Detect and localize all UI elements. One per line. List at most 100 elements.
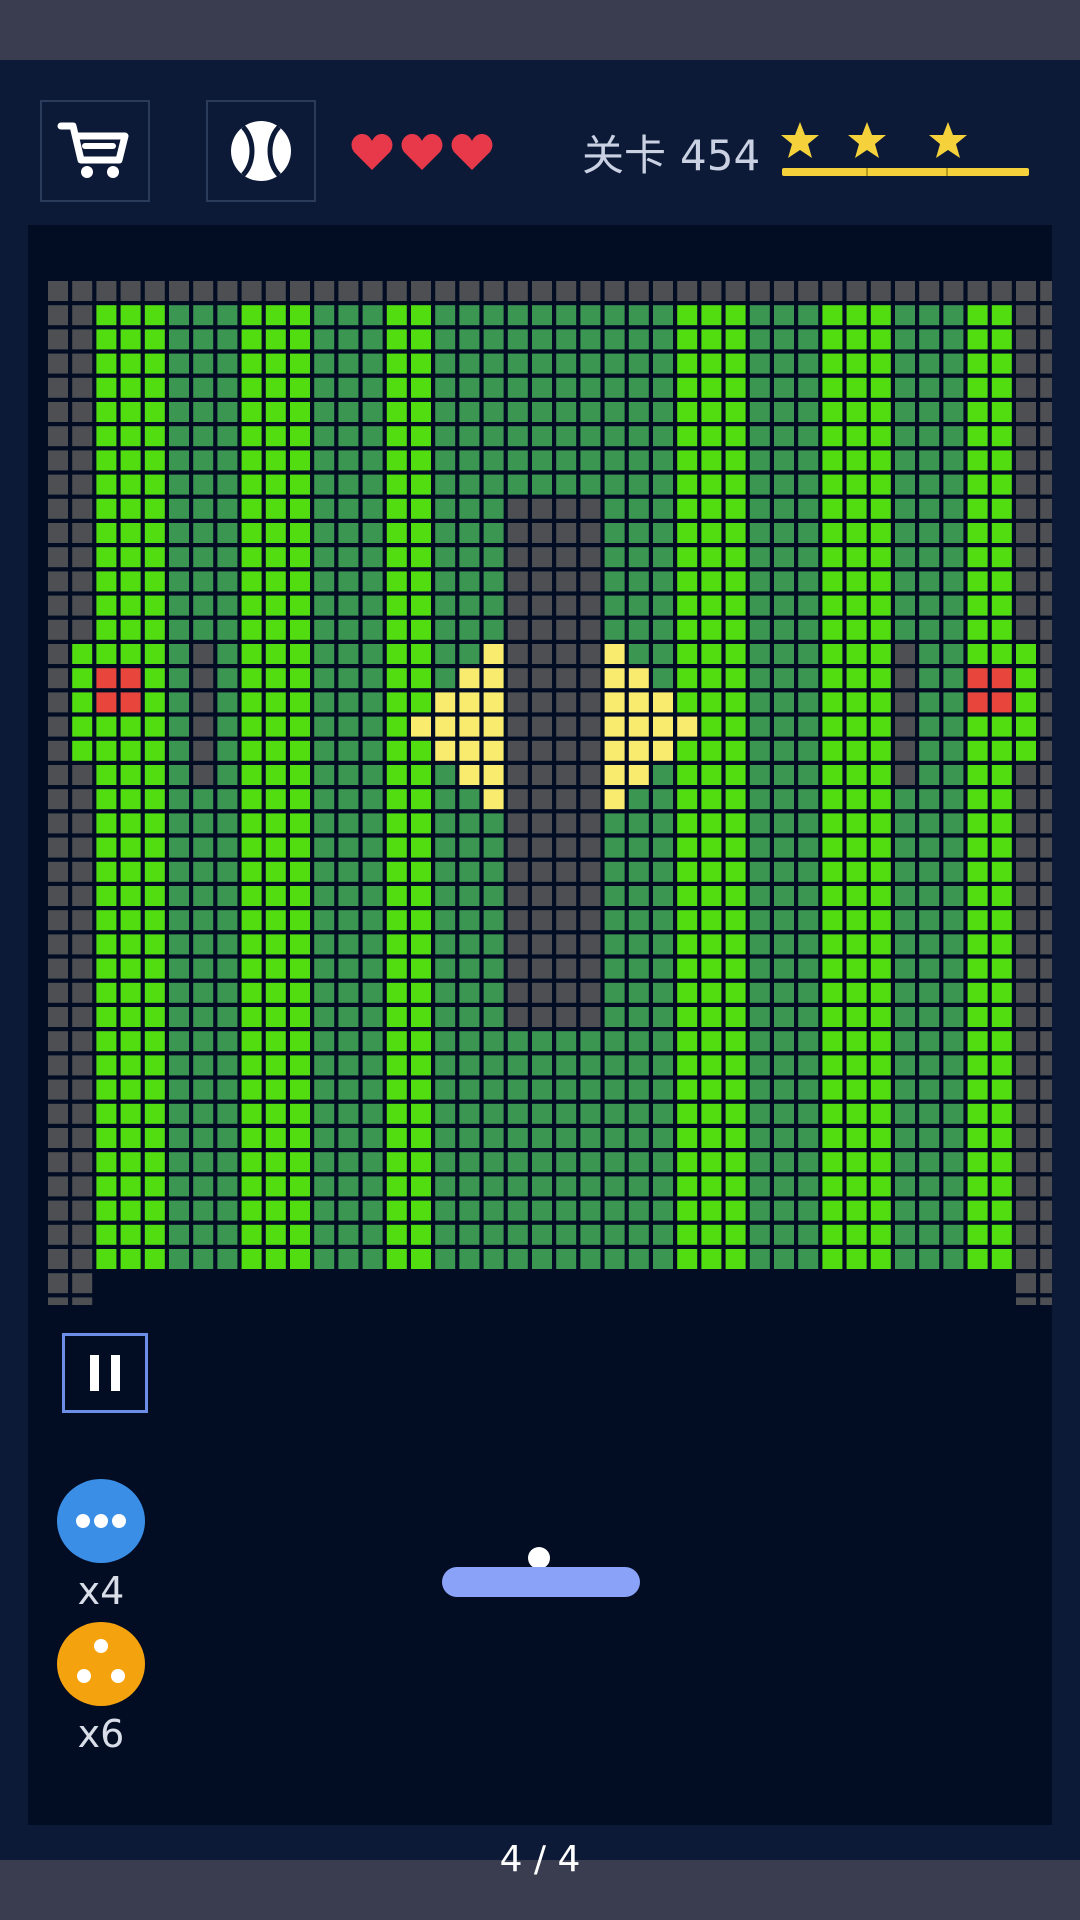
brick: [338, 837, 359, 858]
brick: [580, 523, 601, 543]
brick: [677, 716, 698, 737]
brick: [48, 305, 68, 326]
brick: [386, 547, 407, 568]
brick: [265, 1055, 286, 1076]
brick: [822, 1152, 843, 1173]
brick: [241, 498, 262, 519]
brick: [241, 281, 262, 301]
brick: [169, 1007, 189, 1027]
brick: [314, 402, 335, 422]
brick: [701, 353, 722, 374]
brick: [265, 498, 286, 519]
brick: [241, 571, 262, 592]
brick: [870, 861, 891, 882]
brick: [144, 329, 165, 350]
brick: [338, 571, 359, 592]
brick: [774, 595, 794, 616]
brick: [362, 1128, 383, 1148]
brick: [991, 910, 1012, 931]
brick: [870, 1176, 891, 1197]
brick: [895, 982, 915, 1003]
brick: [556, 595, 577, 616]
brick: [120, 740, 141, 761]
brick: [459, 329, 480, 350]
brick: [991, 740, 1012, 761]
brick: [895, 716, 915, 737]
shop-button[interactable]: [40, 100, 150, 202]
brick: [822, 353, 843, 374]
brick: [169, 402, 189, 422]
brick: [604, 716, 625, 737]
brick: [725, 740, 746, 761]
brick: [411, 813, 431, 834]
brick: [774, 934, 794, 955]
brick: [290, 1128, 310, 1148]
brick: [48, 619, 68, 640]
brick: [144, 353, 165, 374]
brick: [895, 571, 915, 592]
brick: [362, 498, 383, 519]
brick: [532, 1007, 552, 1027]
brick: [895, 765, 915, 785]
brick: [120, 426, 141, 447]
multiball-powerup[interactable]: x4: [56, 1479, 146, 1613]
brick: [72, 644, 93, 664]
brick: [169, 329, 189, 350]
brick: [919, 789, 940, 810]
brick: [967, 692, 988, 713]
brick: [290, 910, 310, 931]
pause-button[interactable]: [62, 1333, 148, 1413]
brick: [580, 1128, 601, 1148]
brick: [1040, 329, 1052, 350]
brick: [749, 716, 770, 737]
brick: [241, 1079, 262, 1100]
brick: [798, 644, 819, 664]
brick: [725, 402, 746, 422]
brick: [338, 329, 359, 350]
brick: [798, 813, 819, 834]
baseball-icon: [231, 121, 291, 181]
play-board[interactable]: x4 x6: [28, 225, 1052, 1825]
brick: [556, 547, 577, 568]
paddle[interactable]: [442, 1567, 640, 1597]
brick: [580, 982, 601, 1003]
brick: [919, 281, 940, 301]
brick: [1016, 619, 1036, 640]
brick: [507, 716, 528, 737]
brick: [822, 910, 843, 931]
brick: [967, 740, 988, 761]
brick: [411, 886, 431, 906]
brick: [919, 982, 940, 1003]
brick: [822, 619, 843, 640]
brick: [798, 1176, 819, 1197]
ball-select-button[interactable]: [206, 100, 316, 202]
brick: [265, 305, 286, 326]
brick: [774, 1176, 794, 1197]
brick: [943, 982, 964, 1003]
brick: [241, 450, 262, 471]
brick: [459, 910, 480, 931]
brick: [48, 1007, 68, 1027]
brick: [507, 1079, 528, 1100]
brick: [628, 886, 649, 906]
brick: [1040, 644, 1052, 664]
brick: [822, 450, 843, 471]
brick: [846, 450, 867, 471]
brick: [290, 547, 310, 568]
brick: [822, 402, 843, 422]
brick: [169, 426, 189, 447]
brick: [532, 474, 552, 495]
split-ball-powerup[interactable]: x6: [56, 1622, 146, 1756]
brick: [822, 281, 843, 301]
brick: [96, 1152, 117, 1173]
brick: [919, 402, 940, 422]
brick: [265, 619, 286, 640]
brick: [749, 353, 770, 374]
brick: [1016, 958, 1036, 979]
brick: [943, 1176, 964, 1197]
brick: [290, 789, 310, 810]
brick: [919, 1249, 940, 1269]
brick: [48, 1055, 68, 1076]
brick: [1040, 958, 1052, 979]
brick: [411, 644, 431, 664]
